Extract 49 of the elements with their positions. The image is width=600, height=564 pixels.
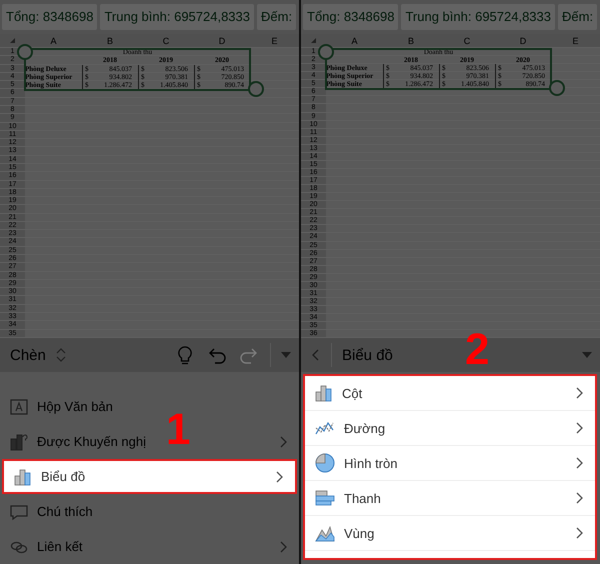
dropdown-icon[interactable]: [582, 352, 592, 358]
text-box-icon: [10, 398, 28, 416]
menu-item-label: Liên kết: [37, 539, 84, 554]
column-header[interactable]: B: [106, 34, 113, 46]
column-header[interactable]: E: [572, 34, 578, 46]
menu-item-label: Cột: [342, 386, 364, 400]
bar-chart-icon: [315, 489, 335, 507]
menu-item-label: Được Khuyến nghị: [37, 434, 148, 449]
pie-chart-icon: [315, 453, 335, 473]
menu-item-label: Biểu đồ: [41, 469, 86, 484]
status-chip: Trung bình: 695724,8333: [100, 4, 254, 30]
column-header[interactable]: A: [50, 34, 56, 46]
column-header[interactable]: E: [271, 34, 278, 46]
menu-item-label: Đường: [344, 420, 386, 436]
comment-icon: [10, 502, 28, 520]
chart-question-icon: [10, 432, 28, 450]
toolbar-title: Biểu đồ: [342, 346, 393, 364]
menu-item-label: Thanh: [344, 490, 382, 506]
selection-handle[interactable]: [17, 44, 33, 60]
column-chart-icon: [14, 468, 32, 486]
select-all-icon: [10, 38, 15, 43]
menu-item-label: Hình tròn: [344, 456, 398, 470]
menu-item-label: Hộp Văn bản: [37, 399, 114, 414]
selection-handle[interactable]: [318, 44, 334, 60]
menu-item-label: Vùng: [344, 526, 376, 540]
status-chip: Trung bình: 695724,8333: [401, 4, 555, 30]
up-down-icon: [56, 347, 66, 363]
selection-handle[interactable]: [248, 81, 264, 98]
back-icon[interactable]: [311, 348, 321, 362]
selection-handle[interactable]: [549, 80, 565, 96]
menu-item[interactable]: Biểu đồ: [2, 459, 297, 494]
status-chip: Đếm:: [257, 4, 296, 30]
line-chart-icon: [315, 419, 335, 437]
column-header[interactable]: B: [408, 34, 414, 46]
dropdown-icon[interactable]: [281, 352, 291, 358]
column-header[interactable]: A: [351, 34, 358, 46]
column-header[interactable]: C: [464, 34, 470, 46]
column-header[interactable]: D: [218, 34, 226, 46]
tab-selector[interactable]: Chèn: [10, 346, 46, 364]
status-chip: Tổng: 8348698: [303, 4, 398, 30]
column-chart-icon: [315, 384, 333, 402]
menu-item-label: Chú thích: [37, 504, 94, 519]
select-all-icon: [311, 38, 316, 43]
column-header[interactable]: D: [520, 34, 526, 46]
status-chip: Đếm:: [558, 4, 598, 30]
column-header[interactable]: C: [162, 34, 170, 46]
area-chart-icon: [315, 524, 335, 542]
status-chip: Tổng: 8348698: [2, 4, 98, 30]
step-number: 2: [465, 328, 490, 372]
